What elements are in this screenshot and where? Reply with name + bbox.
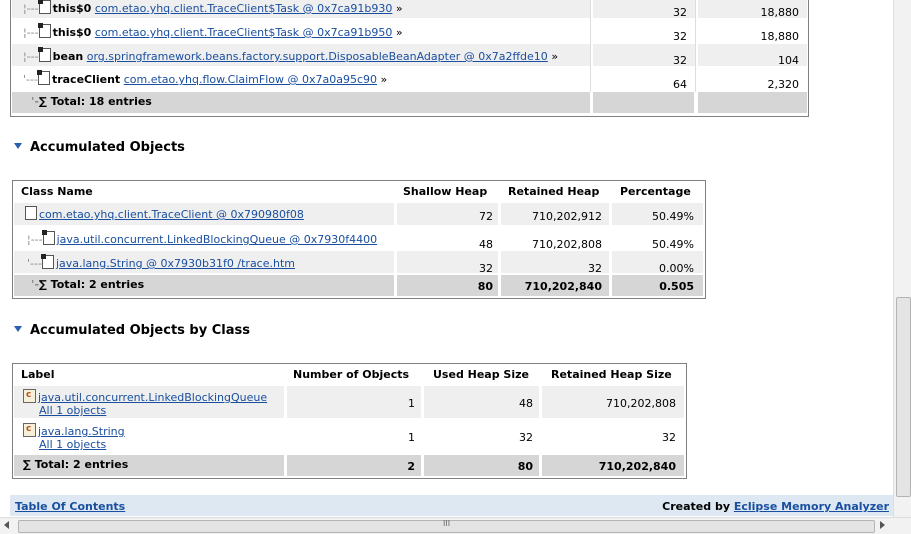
scroll-right-arrow-icon[interactable] <box>880 521 885 529</box>
expand-arrow[interactable]: » <box>396 2 403 15</box>
column-header-number-of-objects[interactable]: Number of Objects <box>293 368 409 381</box>
table-of-contents-link[interactable]: Table Of Contents <box>15 500 125 513</box>
percentage-cell: 50.49% <box>652 210 694 223</box>
total-label: '-∑ Total: 18 entries <box>31 95 152 108</box>
object-icon <box>25 206 37 220</box>
table-row: '--- java.lang.String @ 0x7930b31f0 /trac… <box>27 254 295 270</box>
object-icon <box>37 47 51 62</box>
used-heap-cell: 48 <box>519 397 533 410</box>
object-icon <box>41 230 55 245</box>
column-header-retained-heap[interactable]: Retained Heap <box>508 185 599 198</box>
object-link[interactable]: com.etao.yhq.flow.ClaimFlow @ 0x7a0a95c9… <box>124 73 377 86</box>
vertical-scrollbar[interactable] <box>893 0 911 517</box>
class-link[interactable]: java.util.concurrent.LinkedBlockingQueue <box>38 391 267 404</box>
column-header-percentage[interactable]: Percentage <box>620 185 691 198</box>
used-heap-cell: 32 <box>519 431 533 444</box>
total-shallow: 80 <box>477 280 493 293</box>
retained-heap-cell: 2,320 <box>767 78 800 91</box>
shallow-heap-cell: 32 <box>673 30 687 43</box>
retained-heap-cell: 104 <box>778 54 799 67</box>
collapse-triangle-icon[interactable] <box>14 143 22 149</box>
shallow-heap-cell: 64 <box>673 78 687 91</box>
accumulated-objects-heading[interactable]: Accumulated Objects <box>14 140 185 155</box>
object-icon <box>36 70 50 85</box>
horizontal-scrollbar[interactable]: III <box>0 517 911 534</box>
shallow-heap-cell: 32 <box>479 262 493 275</box>
footer-bar: Table Of Contents Created by Eclipse Mem… <box>10 495 893 516</box>
object-link[interactable]: org.springframework.beans.factory.suppor… <box>87 50 548 63</box>
shallow-heap-cell: 48 <box>479 238 493 251</box>
table-row-label: '--- traceClient com.etao.yhq.flow.ClaimF… <box>23 70 388 86</box>
retained-heap-cell: 710,202,808 <box>532 238 602 251</box>
table-row-label: ¦--- bean org.springframework.beans.facto… <box>23 47 559 63</box>
object-icon <box>37 23 51 38</box>
grip-icon: III <box>443 519 451 528</box>
column-header-retained-heap-size[interactable]: Retained Heap Size <box>551 368 672 381</box>
expand-arrow[interactable]: » <box>551 50 558 63</box>
class-icon <box>23 389 36 403</box>
table-row-label: ¦--- this$0 com.etao.yhq.client.TraceClie… <box>23 23 403 39</box>
object-link[interactable]: java.lang.String @ 0x7930b31f0 /trace.ht… <box>56 257 295 270</box>
retained-heap-cell: 18,880 <box>760 30 800 43</box>
total-retained: 710,202,840 <box>598 460 676 473</box>
all-objects-link[interactable]: All 1 objects <box>39 438 106 451</box>
table-row: java.lang.String All 1 objects <box>23 423 125 451</box>
collapse-triangle-icon[interactable] <box>14 326 22 332</box>
class-icon <box>23 423 36 437</box>
shallow-heap-cell: 72 <box>479 210 493 223</box>
table-row-label: ¦--- this$0 com.etao.yhq.client.TraceClie… <box>23 0 403 15</box>
shallow-heap-cell: 32 <box>673 6 687 19</box>
total-percentage: 0.505 <box>659 280 694 293</box>
retained-heap-cell: 18,880 <box>760 6 800 19</box>
object-count-cell: 1 <box>408 431 415 444</box>
retained-heap-cell: 32 <box>662 431 676 444</box>
column-header-shallow-heap[interactable]: Shallow Heap <box>403 185 487 198</box>
column-header-class-name[interactable]: Class Name <box>21 185 93 198</box>
accumulated-by-class-table: Label Number of Objects Used Heap Size R… <box>12 363 687 479</box>
scroll-left-arrow-icon[interactable] <box>4 521 9 529</box>
horizontal-scroll-thumb[interactable]: III <box>18 519 875 533</box>
column-header-label[interactable]: Label <box>21 368 55 381</box>
object-icon <box>40 254 54 269</box>
outgoing-references-table: ¦--- this$0 com.etao.yhq.client.TraceClie… <box>10 0 809 117</box>
total-retained: 710,202,840 <box>524 280 602 293</box>
retained-heap-cell: 710,202,808 <box>606 397 676 410</box>
percentage-cell: 50.49% <box>652 238 694 251</box>
shallow-heap-cell: 32 <box>673 54 687 67</box>
object-link[interactable]: com.etao.yhq.client.TraceClient$Task @ 0… <box>95 26 393 39</box>
percentage-cell: 0.00% <box>659 262 694 275</box>
table-row: com.etao.yhq.client.TraceClient @ 0x7909… <box>25 206 304 221</box>
vertical-scroll-thumb[interactable] <box>896 297 911 497</box>
expand-arrow[interactable]: » <box>396 26 403 39</box>
object-count-cell: 1 <box>408 397 415 410</box>
object-icon <box>37 0 51 14</box>
eclipse-memory-analyzer-link[interactable]: Eclipse Memory Analyzer <box>734 500 889 513</box>
retained-heap-cell: 32 <box>588 262 602 275</box>
created-by: Created by Eclipse Memory Analyzer <box>662 500 889 513</box>
accumulated-by-class-heading[interactable]: Accumulated Objects by Class <box>14 323 250 338</box>
total-count: 2 <box>407 460 415 473</box>
class-link[interactable]: java.lang.String <box>38 425 125 438</box>
table-row: ¦--- java.util.concurrent.LinkedBlockingQ… <box>27 230 378 246</box>
table-row: java.util.concurrent.LinkedBlockingQueue… <box>23 389 267 417</box>
total-used: 80 <box>517 460 533 473</box>
object-link[interactable]: com.etao.yhq.client.TraceClient$Task @ 0… <box>95 2 393 15</box>
accumulated-objects-table: Class Name Shallow Heap Retained Heap Pe… <box>12 180 706 299</box>
expand-arrow[interactable]: » <box>381 73 388 86</box>
object-link[interactable]: java.util.concurrent.LinkedBlockingQueue… <box>57 233 378 246</box>
retained-heap-cell: 710,202,912 <box>532 210 602 223</box>
all-objects-link[interactable]: All 1 objects <box>39 404 106 417</box>
total-label: '-∑ Total: 2 entries <box>31 278 145 291</box>
total-label: ∑ Total: 2 entries <box>23 458 129 471</box>
object-link[interactable]: com.etao.yhq.client.TraceClient @ 0x7909… <box>39 208 304 221</box>
column-header-used-heap[interactable]: Used Heap Size <box>433 368 529 381</box>
